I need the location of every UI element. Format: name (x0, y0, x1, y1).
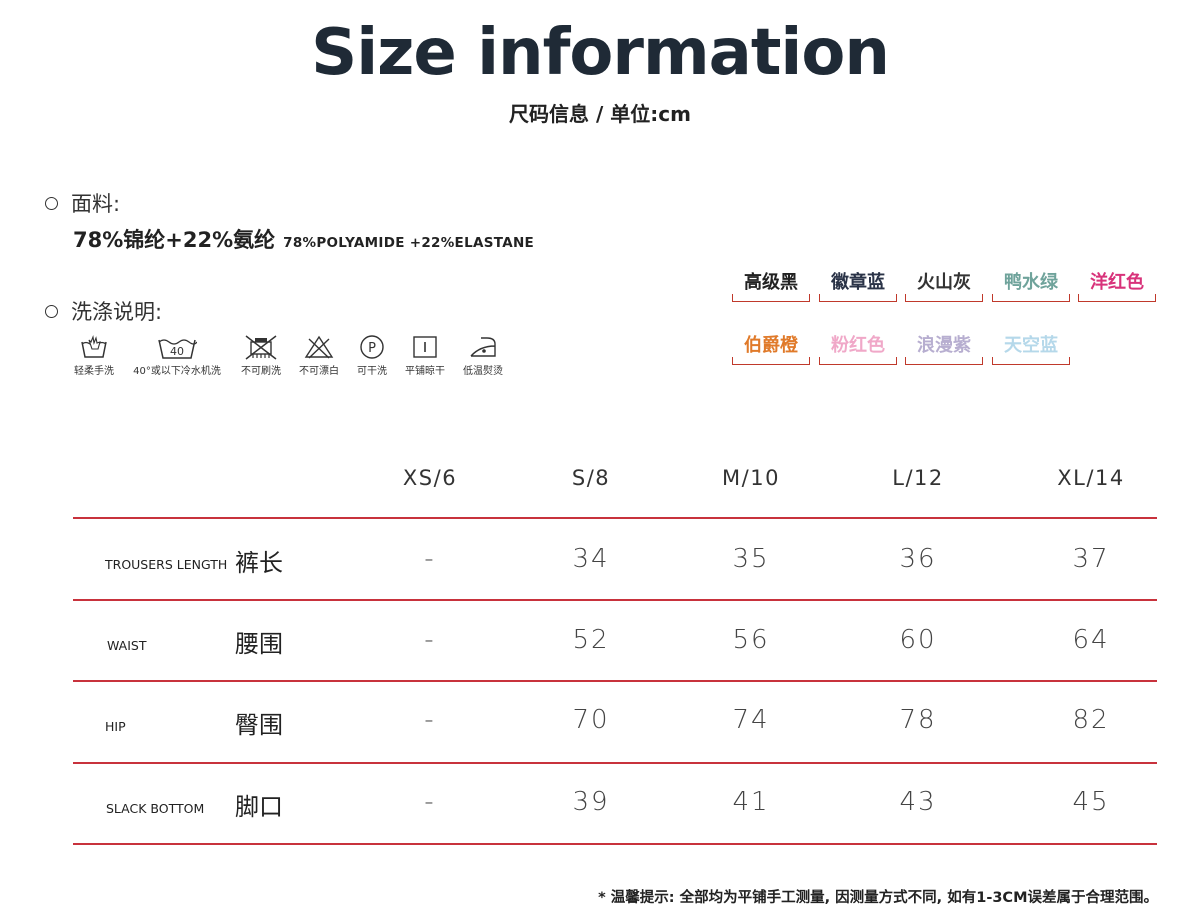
table-cell: 70 (572, 705, 610, 735)
care-label: 不可刷洗 (241, 366, 281, 377)
measure-label-cn: 腰围 (235, 630, 283, 658)
care-item-hand-wash: 轻柔手洗 (70, 334, 118, 377)
table-cell: - (424, 625, 436, 655)
care-item-machine-wash: 40 40°或以下冷水机洗 (128, 334, 226, 377)
bullet-circle-icon (45, 304, 58, 318)
measure-label-en: WAIST (107, 638, 147, 653)
table-cell: 78 (899, 705, 937, 735)
fabric-composition: 78%锦纶+22%氨纶 78%POLYAMIDE +22%ELASTANE (73, 224, 534, 254)
care-label: 低温熨烫 (463, 366, 503, 377)
table-cell: 35 (732, 544, 770, 574)
flat-dry-icon (413, 336, 437, 358)
table-cell: 74 (732, 705, 770, 735)
measure-label-cn: 裤长 (235, 549, 283, 577)
measure-label-en: SLACK BOTTOM (106, 801, 205, 816)
table-divider (73, 599, 1157, 601)
color-option[interactable]: 伯爵橙 (732, 331, 810, 365)
table-cell: 39 (572, 787, 610, 817)
table-cell: - (424, 787, 436, 817)
table-cell: - (424, 705, 436, 735)
bullet-circle-icon (45, 196, 58, 210)
size-header: XL/14 (1057, 466, 1125, 490)
color-option[interactable]: 鸭水绿 (992, 268, 1070, 302)
color-option[interactable]: 粉红色 (819, 331, 897, 365)
measure-label-cn: 脚口 (235, 793, 283, 821)
dry-clean-p-icon: P (360, 335, 384, 359)
care-item-flat-dry: 平铺晾干 (400, 334, 450, 377)
table-cell: 52 (572, 625, 610, 655)
no-bleach-icon (304, 335, 334, 359)
fabric-composition-en: 78%POLYAMIDE +22%ELASTANE (283, 235, 535, 251)
care-label: 40°或以下冷水机洗 (133, 366, 221, 377)
care-item-no-brush: 不可刷洗 (236, 334, 286, 377)
color-option[interactable]: 高级黑 (732, 268, 810, 302)
color-option[interactable]: 火山灰 (905, 268, 983, 302)
table-divider (73, 762, 1157, 764)
table-cell: 60 (899, 625, 937, 655)
page-title: Size information (311, 16, 890, 90)
measure-label-cn: 臀围 (235, 711, 283, 739)
table-cell: - (424, 544, 436, 574)
measure-label-en: HIP (105, 719, 126, 734)
size-header: M/10 (722, 466, 780, 490)
table-cell: 45 (1072, 787, 1110, 817)
fabric-composition-cn: 78%锦纶+22%氨纶 (73, 228, 276, 252)
wash-temperature: 40 (170, 345, 184, 358)
table-divider (73, 680, 1157, 682)
color-option[interactable]: 洋红色 (1078, 268, 1156, 302)
table-cell: 64 (1072, 625, 1110, 655)
care-section-heading: 洗涤说明: (45, 296, 162, 326)
table-cell: 34 (572, 544, 610, 574)
care-label: 可干洗 (357, 366, 387, 377)
color-option[interactable]: 徽章蓝 (819, 268, 897, 302)
measure-label-en: TROUSERS LENGTH (105, 557, 228, 572)
table-cell: 82 (1072, 705, 1110, 735)
table-cell: 56 (732, 625, 770, 655)
care-label: 平铺晾干 (405, 366, 445, 377)
size-header: XS/6 (402, 466, 458, 490)
fabric-section-heading: 面料: (45, 188, 120, 218)
table-divider (73, 843, 1157, 845)
care-heading: 洗涤说明: (71, 300, 163, 324)
care-label: 轻柔手洗 (74, 366, 114, 377)
table-cell: 43 (899, 787, 937, 817)
table-cell: 41 (732, 787, 770, 817)
color-option[interactable]: 天空蓝 (992, 331, 1070, 365)
hand-wash-icon (81, 334, 107, 358)
no-brush-icon (245, 335, 277, 360)
care-label: 不可漂白 (299, 366, 339, 377)
care-item-no-bleach: 不可漂白 (296, 334, 342, 377)
color-option[interactable]: 浪漫紫 (905, 331, 983, 365)
low-iron-icon (470, 337, 496, 357)
table-divider (73, 517, 1157, 519)
fabric-heading: 面料: (71, 192, 121, 216)
care-item-dry-clean: P 可干洗 (352, 334, 392, 377)
page-subtitle: 尺码信息 / 单位:cm (509, 102, 691, 126)
dry-clean-letter: P (368, 341, 376, 356)
machine-wash-40-icon: 40 (158, 339, 197, 359)
size-header: L/12 (892, 466, 944, 490)
size-header: S/8 (571, 466, 611, 490)
table-cell: 36 (899, 544, 937, 574)
table-cell: 37 (1072, 544, 1110, 574)
care-item-low-iron: 低温熨烫 (460, 334, 506, 377)
